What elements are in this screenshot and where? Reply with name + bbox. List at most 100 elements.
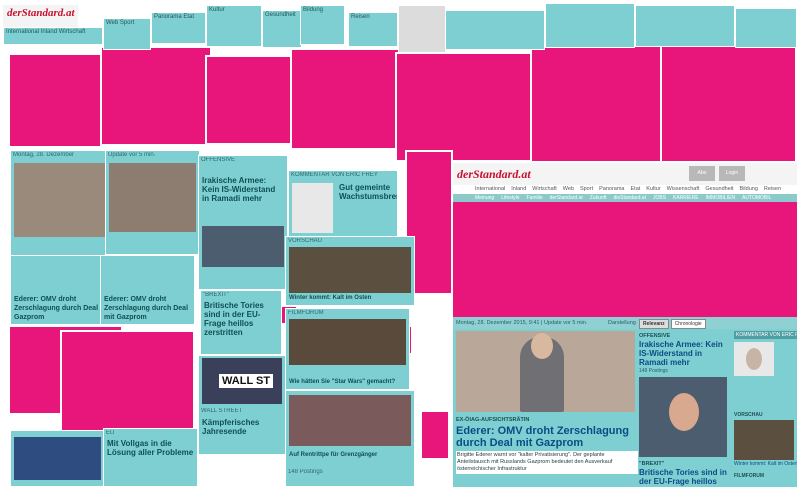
headline-fragment[interactable]: Wie hätten Sie "Star Wars" gemacht? — [289, 378, 406, 387]
nav-item-bildung[interactable]: Bildung — [740, 185, 758, 194]
nav-fragment: International Inland Wirtschaft — [3, 27, 103, 45]
headline-fragment[interactable]: Ederer: OMV droht Zerschlagung durch Dea… — [14, 295, 111, 322]
headline-fragment[interactable]: Mit Vollgas in die Lösung aller Probleme — [107, 439, 194, 457]
headline-fragment[interactable]: Gut gemeinte Wachstumsbremse — [339, 183, 397, 201]
nav-item[interactable]: Etat — [183, 14, 194, 20]
nav-item[interactable]: Wirtschaft — [59, 29, 86, 35]
nav-fragment: Bildung — [300, 5, 345, 45]
brand-logo[interactable]: derStandard.at — [457, 167, 531, 182]
lead-headline[interactable]: Ederer: OMV droht Zerschlagung durch Dea… — [456, 425, 636, 449]
subnav-item[interactable]: KARRIERE — [673, 194, 699, 202]
lead-photo[interactable] — [456, 331, 635, 412]
filmforum-header: FILMFORUM — [734, 473, 764, 479]
headline-fragment[interactable]: Kämpferisches Jahresende — [202, 418, 282, 436]
headline-fragment[interactable]: Ederer: OMV droht Zerschlagung durch Dea… — [104, 295, 191, 322]
nav-item[interactable]: Kultur — [209, 7, 225, 13]
ad-placeholder — [453, 202, 797, 317]
collage-tile: VORSCHAU Winter kommt: Kalt im Osten — [285, 236, 415, 306]
update-label: Update vor 5 min. — [108, 152, 156, 158]
sidebar: KOMMENTAR VON ERIC FREY VORSCHAU Winter … — [734, 329, 797, 487]
photo — [14, 163, 106, 237]
nav-item-inland[interactable]: Inland — [511, 185, 526, 194]
subnav-item[interactable]: dieStandard.at — [613, 194, 646, 202]
nav-item[interactable]: Web — [106, 20, 118, 26]
nav-item[interactable]: Inland — [41, 29, 57, 35]
collage-tile: WALL ST WALL STREET Kämpferisches Jahres… — [198, 355, 286, 455]
second-headline[interactable]: Irakische Armee: Kein IS-Widerstand in R… — [639, 340, 731, 367]
nav-item-web[interactable]: Web — [563, 185, 574, 194]
lead-teaser: Brigitte Ederer warnt vor "kalter Privat… — [456, 451, 638, 474]
collage-tile: Auf Rentrittpe für Grenzgänger 148 Posti… — [285, 390, 415, 487]
person-head — [531, 333, 553, 359]
abo-badge[interactable]: Abo — [689, 166, 715, 181]
caption[interactable]: Winter kommt: Kalt im Osten — [289, 294, 411, 303]
preview-caption[interactable]: Winter kommt: Kalt im Osten — [734, 461, 797, 467]
collage-shard — [100, 46, 212, 146]
brand-logo-fragment: derStandard.at — [3, 5, 78, 27]
photo — [109, 163, 196, 232]
posting-count: 148 Postings — [288, 469, 323, 475]
collage-shard — [60, 330, 195, 432]
headline-fragment[interactable]: Auf Rentrittpe für Grenzgänger — [289, 451, 411, 460]
section-label: OFFENSIVE — [639, 333, 671, 339]
nav-fragment — [635, 5, 735, 47]
preview-photo[interactable] — [734, 420, 794, 460]
person-face — [669, 393, 699, 431]
nav-item-wirtschaft[interactable]: Wirtschaft — [532, 185, 556, 194]
nav-item[interactable]: International — [6, 29, 39, 35]
author-photo — [292, 183, 333, 233]
nav-fragment: Panorama Etat — [151, 12, 206, 44]
subnav-item[interactable]: Meinung — [475, 194, 494, 202]
nav-item-gesundheit[interactable]: Gesundheit — [705, 185, 733, 194]
subnav-item[interactable]: Familie — [527, 194, 543, 202]
sort-relevanz-button[interactable]: Relevanz — [639, 319, 669, 329]
nav-item[interactable]: Sport — [120, 20, 134, 26]
headline-fragment[interactable]: Britische Tories sind in der EU-Frage he… — [204, 301, 278, 337]
collage-tile — [10, 430, 105, 487]
collage-shard — [395, 52, 535, 162]
nav-fragment — [398, 5, 446, 53]
subnav-item[interactable]: derStandard.at — [550, 194, 583, 202]
subnav-item[interactable]: IMMOBILIEN — [706, 194, 735, 202]
subnav-item[interactable]: Zukunft — [590, 194, 607, 202]
nav-item[interactable]: Reisen — [351, 14, 370, 20]
sort-chronologie-button[interactable]: Chronologie — [670, 319, 706, 329]
sub-nav: Meinung Lifestyle Familie derStandard.at… — [453, 194, 797, 202]
second-column: OFFENSIVE Irakische Armee: Kein IS-Wider… — [639, 329, 731, 487]
second-photo[interactable] — [639, 377, 727, 457]
nav-item-etat[interactable]: Etat — [631, 185, 641, 194]
collage-tile: Ederer: OMV droht Zerschlagung durch Dea… — [100, 255, 195, 325]
collage-tile: EU Mit Vollgas in die Lösung aller Probl… — [103, 428, 198, 487]
view-label: Darstellung — [608, 320, 636, 326]
collage-tile: FILMFORUM Wie hätten Sie "Star Wars" gem… — [285, 308, 410, 390]
nav-item-wissenschaft[interactable]: Wissenschaft — [667, 185, 700, 194]
nav-item-international[interactable]: International — [475, 185, 505, 194]
subnav-item[interactable]: Lifestyle — [501, 194, 519, 202]
nav-item-sport[interactable]: Sport — [580, 185, 593, 194]
photo — [14, 437, 101, 480]
nav-item[interactable]: Bildung — [303, 7, 323, 13]
author-portrait[interactable] — [734, 342, 774, 376]
login-badge[interactable]: Login — [719, 166, 745, 181]
nav-item-reisen[interactable]: Reisen — [764, 185, 781, 194]
collage-shard — [660, 45, 797, 163]
posting-count[interactable]: 148 Postings — [639, 368, 731, 374]
nav-item-kultur[interactable]: Kultur — [646, 185, 660, 194]
nav-fragment — [735, 8, 797, 48]
subnav-item[interactable]: JOBS — [653, 194, 666, 202]
nav-item[interactable]: Panorama — [154, 14, 182, 20]
third-headline[interactable]: Britische Tories sind in der EU-Frage he… — [639, 468, 731, 487]
nav-item-panorama[interactable]: Panorama — [599, 185, 624, 194]
headline-fragment[interactable]: Irakische Armee: Kein IS-Widerstand in R… — [202, 176, 284, 203]
nav-item[interactable]: Gesundheit — [265, 12, 296, 18]
collage-tile: KOMMENTAR VON ERIC FREY Gut gemeinte Wac… — [288, 170, 398, 240]
content-area: EX-ÖIAG-AUFSICHTSRÄTIN Ederer: OMV droht… — [453, 329, 797, 487]
section-label: "BREXIT" — [203, 292, 229, 298]
collage-shard — [290, 48, 405, 150]
nav-fragment: Gesundheit — [262, 10, 302, 48]
subnav-item[interactable]: AUTOMOBIL — [742, 194, 771, 202]
site-header: derStandard.at Abo Login — [453, 163, 797, 185]
section-label: VORSCHAU — [288, 238, 323, 244]
section-label: WALL STREET — [201, 408, 243, 414]
section-label: OFFENSIVE — [201, 157, 236, 163]
